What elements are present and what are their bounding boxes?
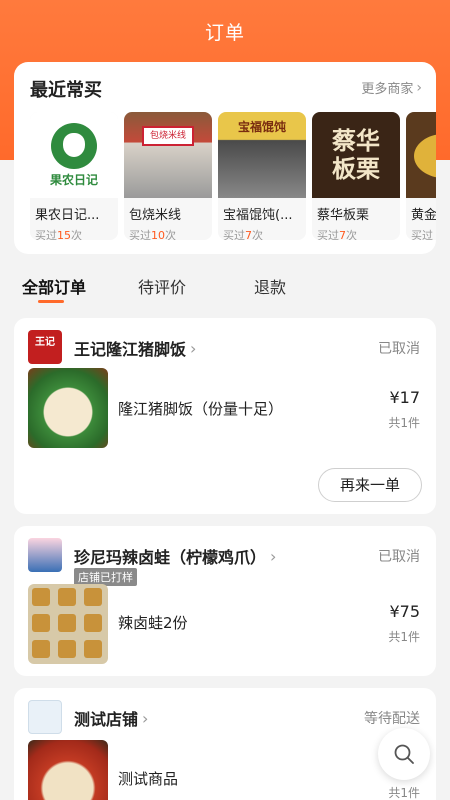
recent-shop-item[interactable]: 包烧米线 包烧米线 买过10次: [124, 112, 219, 240]
order-status: 已取消: [378, 549, 420, 565]
chevron-right-icon: ›: [416, 79, 422, 96]
shop-logo: [28, 538, 62, 572]
goods-thumbnail: [28, 584, 108, 664]
goods-price: ¥17: [389, 388, 420, 407]
order-shop-name: 珍尼玛辣卤蛙（柠檬鸡爪）: [74, 548, 267, 567]
more-shops-label: 更多商家: [361, 82, 414, 97]
chevron-right-icon: ›: [270, 546, 277, 566]
chevron-right-icon: ›: [190, 338, 197, 358]
order-shop-link[interactable]: 测试店铺 ›: [74, 706, 148, 730]
shop-purchase-count: 买过7次: [223, 229, 263, 240]
shop-purchase-count: 买过7次: [317, 229, 357, 240]
shop-food-image: [406, 112, 436, 198]
shop-logo: 王记: [28, 330, 62, 364]
more-shops-link[interactable]: 更多商家 ›: [361, 78, 422, 98]
order-shop-name: 王记隆江猪脚饭: [74, 340, 187, 359]
shop-purchase-count: 买过10次: [129, 229, 176, 240]
reorder-button[interactable]: 再来一单: [318, 468, 422, 502]
order-shop-name: 测试店铺: [74, 710, 139, 729]
goods-thumbnail: [28, 368, 108, 448]
shop-name: 果农日记...: [35, 208, 100, 223]
shop-name: 宝福馄饨(...: [223, 208, 293, 223]
recent-heading: 最近常买: [30, 80, 102, 101]
order-status: 等待配送: [364, 711, 420, 727]
shop-logo-image: 蔡华板栗: [312, 112, 400, 198]
page-title: 订单: [204, 22, 245, 44]
shop-logo-image: 果农日记: [30, 112, 118, 198]
shop-sign-text: 包烧米线: [142, 126, 194, 146]
goods-price: ¥75: [389, 602, 420, 621]
tab-all-orders[interactable]: 全部订单: [22, 274, 86, 298]
goods-name: 隆江猪脚饭（份量十足）: [118, 400, 284, 418]
active-tab-indicator: [38, 300, 64, 303]
search-icon: [394, 744, 414, 764]
goods-name: 测试商品: [118, 770, 179, 788]
tab-refund[interactable]: 退款: [254, 274, 286, 298]
order-shop-link[interactable]: 珍尼玛辣卤蛙（柠檬鸡爪） ›: [74, 544, 276, 568]
shop-purchase-count: 买过: [411, 229, 433, 240]
recent-shop-list: 果农日记 果农日记... 买过15次 包烧米线 包烧米线 买过10次 宝福馄饨 …: [30, 112, 436, 240]
order-card[interactable]: 珍尼玛辣卤蛙（柠檬鸡爪） › 店铺已打样 已取消 辣卤蛙2份 ¥75 共1件: [14, 526, 436, 676]
shop-purchase-count: 买过15次: [35, 229, 82, 240]
shop-sign-text: 宝福馄饨: [237, 120, 286, 134]
goods-quantity: 共1件: [388, 416, 420, 430]
goods-name: 辣卤蛙2份: [118, 614, 188, 632]
recent-shop-item[interactable]: 蔡华板栗 蔡华板栗 买过7次: [312, 112, 407, 240]
shop-name: 包烧米线: [129, 208, 182, 223]
shop-sign-text: 蔡华板栗: [332, 127, 380, 183]
order-status: 已取消: [378, 341, 420, 357]
order-shop-link[interactable]: 王记隆江猪脚饭 ›: [74, 336, 196, 360]
goods-quantity: 共1件: [388, 786, 420, 800]
goods-thumbnail: [28, 740, 108, 800]
shop-storefront-image: 包烧米线: [124, 112, 212, 198]
recent-shop-item[interactable]: 宝福馄饨 宝福馄饨(... 买过7次: [218, 112, 313, 240]
shop-name: 蔡华板栗: [317, 208, 370, 223]
shop-storefront-image: 宝福馄饨: [218, 112, 306, 198]
shop-logo: [28, 700, 62, 734]
tab-pending-review[interactable]: 待评价: [138, 274, 186, 298]
order-card[interactable]: 测试店铺 › 等待配送 测试商品 共1件: [14, 688, 436, 800]
search-button[interactable]: [378, 728, 430, 780]
order-card[interactable]: 王记 王记隆江猪脚饭 › 已取消 隆江猪脚饭（份量十足） ¥17 共1件 再来一…: [14, 318, 436, 514]
chevron-right-icon: ›: [142, 708, 149, 728]
recent-shop-item[interactable]: 果农日记 果农日记... 买过15次: [30, 112, 125, 240]
recent-shops-card: 最近常买 更多商家 › 果农日记 果农日记... 买过15次 包烧米线 包烧米线…: [14, 62, 436, 254]
recent-shop-item[interactable]: 黄金 买过: [406, 112, 436, 240]
shop-logo-text: 果农日记: [49, 172, 98, 187]
shop-name: 黄金: [411, 208, 436, 223]
order-tabs: 全部订单 待评价 退款: [0, 270, 450, 304]
goods-quantity: 共1件: [388, 630, 420, 644]
